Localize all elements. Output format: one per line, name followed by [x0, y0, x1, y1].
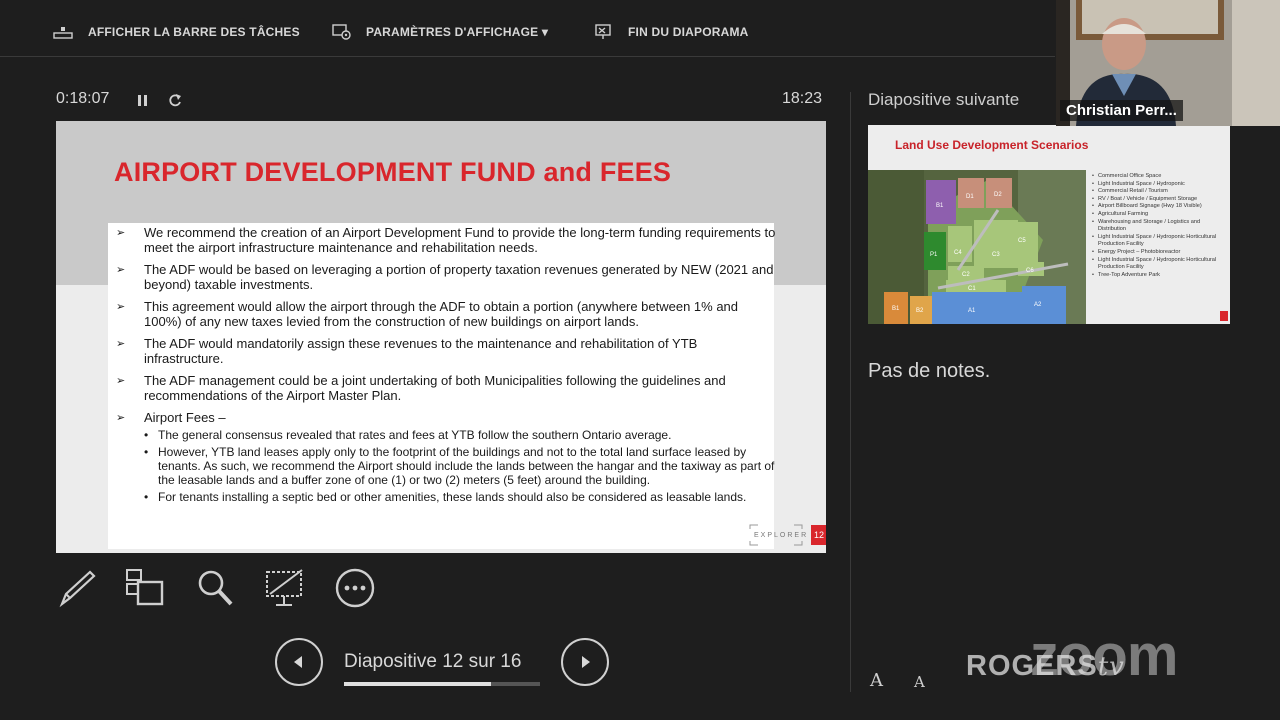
slide-page-number: 12: [811, 525, 826, 545]
map-label: C6: [1026, 268, 1034, 274]
display-settings-label: PARAMÈTRES D'AFFICHAGE ▾: [366, 25, 549, 39]
legend-item: Light Industrial Space / Hydroponic Hort…: [1092, 257, 1226, 272]
pen-icon[interactable]: [56, 568, 98, 608]
map-label: B1: [936, 203, 944, 209]
zone-b1: [926, 180, 956, 224]
sub-bullet-item: However, YTB land leases apply only to t…: [116, 445, 776, 487]
participant-name: Christian Perr...: [1060, 100, 1183, 121]
zone-p1: [924, 232, 946, 270]
legend-item: Energy Project – Photobioreactor: [1092, 249, 1226, 257]
show-taskbar-button[interactable]: AFFICHER LA BARRE DES TÂCHES: [52, 20, 300, 44]
legend-item: Commercial Office Space: [1092, 173, 1226, 181]
zone-a1: [932, 292, 1022, 324]
next-arrow-icon: [582, 656, 590, 668]
slide-counter: Diapositive 12 sur 16: [344, 651, 522, 672]
previous-slide-button[interactable]: [275, 638, 323, 686]
map-label: B1: [892, 306, 900, 312]
next-slide-title: Land Use Development Scenarios: [895, 138, 1089, 152]
next-slide-preview[interactable]: Land Use Development Scenarios B1 D1 D2 …: [868, 125, 1230, 324]
black-screen-icon[interactable]: [264, 568, 306, 608]
bullet-item: The ADF would be based on leveraging a p…: [116, 262, 776, 292]
legend-item: Airport Billboard Signage (Hwy 18 Visibl…: [1092, 203, 1226, 211]
taskbar-icon: [52, 24, 74, 40]
current-slide: AIRPORT DEVELOPMENT FUND and FEES We rec…: [56, 121, 826, 553]
legend-item: Commercial Retail / Tourism: [1092, 188, 1226, 196]
end-slideshow-label: FIN DU DIAPORAMA: [628, 25, 749, 39]
toolbar-divider: [0, 56, 1055, 57]
rogers-tv-watermark: ROGERStv: [966, 650, 1125, 683]
more-options-icon[interactable]: [334, 568, 376, 608]
speaker-notes: Pas de notes.: [868, 360, 991, 382]
bullet-item: This agreement would allow the airport t…: [116, 299, 776, 329]
end-slideshow-button[interactable]: FIN DU DIAPORAMA: [594, 20, 749, 44]
bullet-item: We recommend the creation of an Airport …: [116, 225, 776, 255]
zone-c3: [974, 220, 1018, 268]
bullet-item: The ADF would mandatorily assign these r…: [116, 336, 776, 366]
elapsed-timer: 0:18:07: [56, 90, 110, 107]
map-label: D2: [994, 192, 1002, 198]
next-slide-button[interactable]: [561, 638, 609, 686]
legend-item: RV / Boat / Vehicle / Equipment Storage: [1092, 196, 1226, 204]
slide-progress-fill: [344, 682, 491, 686]
next-slide-label: Diapositive suivante: [868, 90, 1020, 109]
slide-title: AIRPORT DEVELOPMENT FUND and FEES: [114, 157, 672, 187]
next-slide-page-marker: [1220, 311, 1228, 321]
zone-a2: [1022, 286, 1066, 324]
map-label: C3: [992, 252, 1000, 258]
slide-bullets: We recommend the creation of an Airport …: [116, 225, 776, 507]
restart-timer-icon[interactable]: [166, 90, 184, 110]
map-label: D1: [966, 194, 974, 200]
logo-text: EXPLORER: [754, 532, 809, 539]
sub-bullet-item: The general consensus revealed that rate…: [116, 428, 776, 442]
zoom-slide-icon[interactable]: [194, 568, 236, 608]
panel-divider: [850, 92, 851, 692]
map-label: A1: [968, 308, 976, 314]
slide-progress-bar: [344, 682, 540, 686]
bullet-item: The ADF management could be a joint unde…: [116, 373, 776, 403]
land-use-map: B1 D1 D2 P1 C4 C3 C5 C2 C6 C1 B1 B2 A1 A…: [868, 170, 1086, 324]
zone-d1: [958, 178, 984, 208]
pause-icon[interactable]: [134, 90, 152, 110]
display-settings-button[interactable]: PARAMÈTRES D'AFFICHAGE ▾: [332, 20, 548, 44]
land-use-legend: Commercial Office Space Light Industrial…: [1092, 173, 1226, 279]
legend-item: Agricultural Farming: [1092, 211, 1226, 219]
sub-bullet-item: For tenants installing a septic bed or o…: [116, 490, 776, 504]
rogers-watermark-suffix: tv: [1097, 652, 1125, 682]
legend-item: Light Industrial Space / Hydroponic: [1092, 181, 1226, 189]
display-settings-icon: [332, 23, 352, 41]
map-label: C5: [1018, 238, 1026, 244]
map-label: C4: [954, 250, 962, 256]
end-slideshow-icon: [594, 23, 614, 41]
participant-video: Christian Perr...: [1056, 0, 1280, 126]
show-taskbar-label: AFFICHER LA BARRE DES TÂCHES: [88, 25, 300, 39]
map-label: A2: [1034, 302, 1042, 308]
map-label: B2: [916, 308, 924, 314]
map-label: C1: [968, 286, 976, 292]
legend-item: Light Industrial Space / Hydroponic Hort…: [1092, 234, 1226, 249]
see-all-slides-icon[interactable]: [124, 568, 166, 608]
explorer-logo: EXPLORER: [748, 523, 806, 547]
map-label: C2: [962, 272, 970, 278]
previous-arrow-icon: [294, 656, 302, 668]
legend-item: Tree-Top Adventure Park: [1092, 272, 1226, 280]
bullet-item: Airport Fees –: [116, 410, 776, 425]
map-label: P1: [930, 252, 938, 258]
decrease-font-button[interactable]: A: [914, 673, 925, 691]
rogers-watermark-text: ROGERS: [966, 650, 1098, 682]
legend-item: Warehousing and Storage / Logistics and …: [1092, 219, 1226, 234]
current-time: 18:23: [782, 90, 823, 107]
increase-font-button[interactable]: A: [870, 670, 883, 691]
